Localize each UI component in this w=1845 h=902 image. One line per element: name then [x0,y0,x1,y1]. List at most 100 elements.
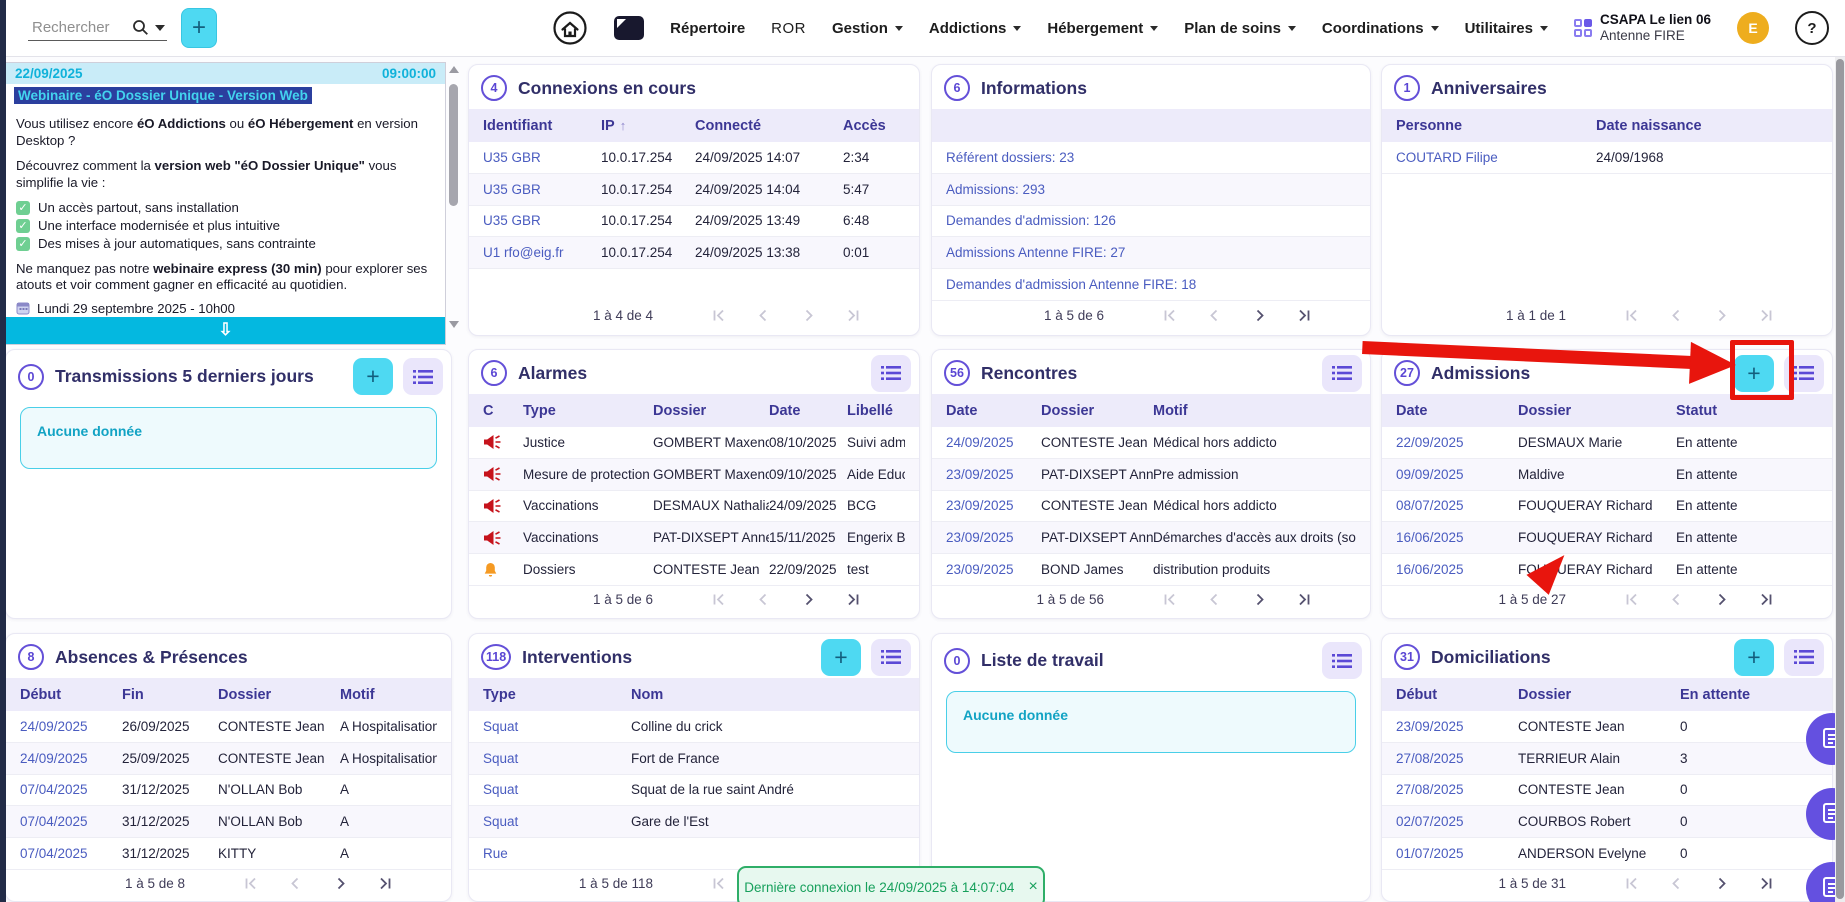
table-cell[interactable]: 22/09/2025 [1396,435,1518,450]
list-view-button[interactable] [871,355,911,392]
nav-item-ror[interactable]: ROR [771,20,806,37]
table-cell[interactable]: 09/09/2025 [1396,467,1518,482]
table-row[interactable]: 22/09/2025DESMAUX MarieEn attente [1382,427,1832,459]
table-row[interactable]: SquatGare de l'Est [469,806,919,838]
table-row[interactable]: 08/07/2025FOUQUERAY RichardEn attente [1382,491,1832,523]
table-cell[interactable]: 23/09/2025 [946,498,1041,513]
table-cell[interactable]: 16/06/2025 [1396,562,1518,577]
table-cell[interactable]: 16/06/2025 [1396,530,1518,545]
table-row[interactable]: 27/08/2025TERRIEUR Alain3 [1382,743,1832,775]
last-page-button[interactable] [378,876,393,892]
sort-column-ip[interactable]: IP↑ [601,118,695,134]
table-cell[interactable]: 23/09/2025 [946,467,1041,482]
add-intervention-button[interactable]: + [821,639,861,676]
last-page-button[interactable] [1759,876,1774,892]
table-row[interactable]: COUTARD Filipe24/09/1968 [1382,142,1832,174]
user-avatar[interactable]: E [1737,12,1769,44]
table-cell[interactable]: 27/08/2025 [1396,782,1518,797]
table-row[interactable]: 01/07/2025ANDERSON Evelyne0 [1382,838,1832,870]
list-view-button[interactable] [1784,355,1824,392]
list-view-button[interactable] [403,358,443,395]
next-page-button[interactable] [1714,876,1729,892]
table-cell[interactable]: Référent dossiers: 23 [946,150,1356,165]
table-row[interactable]: JusticeGOMBERT Maxence08/10/2025Suivi ad… [469,427,919,459]
table-cell[interactable]: COUTARD Filipe [1396,150,1596,165]
table-row[interactable]: 07/04/202531/12/2025KITTYA [6,838,451,870]
table-row[interactable]: 23/09/2025PAT-DIXSEPT AnneDémarches d'ac… [932,522,1370,554]
table-cell[interactable]: 24/09/2025 [20,719,122,734]
nav-item-plan-de-soins[interactable]: Plan de soins [1184,20,1296,37]
table-cell[interactable]: 07/04/2025 [20,846,122,861]
news-scrollbar[interactable] [447,64,460,330]
table-row[interactable]: 27/08/2025CONTESTE Jean0 [1382,775,1832,807]
table-cell[interactable]: U1 rfo@eig.fr [483,245,601,260]
table-row[interactable]: U35 GBR10.0.17.25424/09/2025 13:496:48 [469,206,919,238]
search-scope-chevron-icon[interactable] [155,25,165,31]
table-row[interactable]: 16/06/2025FOUQUERAY RichardEn attente [1382,522,1832,554]
next-page-button[interactable] [801,592,816,608]
next-page-button[interactable] [1252,592,1267,608]
nav-item-répertoire[interactable]: Répertoire [670,20,745,37]
add-transmission-button[interactable]: + [353,358,393,395]
close-icon[interactable]: × [1028,878,1037,896]
table-cell[interactable]: 07/04/2025 [20,782,122,797]
scroll-up-icon[interactable] [449,66,459,73]
table-row[interactable]: U35 GBR10.0.17.25424/09/2025 14:072:34 [469,142,919,174]
table-row[interactable]: 24/09/202525/09/2025CONTESTE JeanA Hospi… [6,743,451,775]
table-cell[interactable]: Admissions Antenne FIRE: 27 [946,245,1356,260]
next-page-button[interactable] [1714,592,1729,608]
table-row[interactable]: 23/09/2025PAT-DIXSEPT AnnePre admission [932,459,1370,491]
table-row[interactable]: Demandes d'admission: 126 [932,206,1370,238]
table-row[interactable]: 23/09/2025BOND Jamesdistribution produit… [932,554,1370,586]
table-row[interactable]: Admissions: 293 [932,174,1370,206]
table-cell[interactable]: 01/07/2025 [1396,846,1518,861]
table-cell[interactable]: Squat [483,751,631,766]
table-row[interactable]: SquatSquat de la rue saint André [469,775,919,807]
table-row[interactable]: Référent dossiers: 23 [932,142,1370,174]
table-row[interactable]: 16/06/2025FOUQUERAY RichardEn attente [1382,554,1832,586]
add-domiciliation-button[interactable]: + [1734,639,1774,676]
table-row[interactable]: U1 rfo@eig.fr10.0.17.25424/09/2025 13:38… [469,237,919,269]
table-row[interactable]: 09/09/2025MaldiveEn attente [1382,459,1832,491]
scroll-thumb[interactable] [449,84,458,206]
table-cell[interactable]: 24/09/2025 [946,435,1041,450]
last-page-button[interactable] [1759,592,1774,608]
next-page-button[interactable] [1252,307,1267,323]
table-cell[interactable]: Demandes d'admission Antenne FIRE: 18 [946,277,1356,292]
table-row[interactable]: 23/09/2025CONTESTE JeanMédical hors addi… [932,491,1370,523]
table-row[interactable]: VaccinationsPAT-DIXSEPT Anne15/11/2025En… [469,522,919,554]
scroll-thumb[interactable] [1836,59,1844,899]
nav-item-gestion[interactable]: Gestion [832,20,903,37]
home-button[interactable] [552,10,588,46]
list-view-button[interactable] [871,639,911,676]
table-row[interactable]: 24/09/2025CONTESTE JeanMédical hors addi… [932,427,1370,459]
list-view-button[interactable] [1322,355,1362,392]
table-cell[interactable]: 23/09/2025 [946,562,1041,577]
table-cell[interactable]: 08/07/2025 [1396,498,1518,513]
news-download-banner[interactable]: ⇩ [6,317,445,344]
table-cell[interactable]: Demandes d'admission: 126 [946,213,1356,228]
table-cell[interactable]: Squat [483,719,631,734]
table-row[interactable]: 07/04/202531/12/2025N'OLLAN BobA [6,775,451,807]
table-row[interactable]: 02/07/2025COURBOS Robert0 [1382,806,1832,838]
nav-item-addictions[interactable]: Addictions [929,20,1022,37]
table-cell[interactable]: U35 GBR [483,150,601,165]
side-panel-toggle-icon[interactable] [614,16,644,40]
table-cell[interactable]: 27/08/2025 [1396,751,1518,766]
table-cell[interactable]: Rue [483,846,631,861]
search-icon[interactable] [132,19,149,36]
table-row[interactable]: SquatColline du crick [469,711,919,743]
table-cell[interactable]: Squat [483,782,631,797]
table-row[interactable]: Admissions Antenne FIRE: 27 [932,237,1370,269]
table-cell[interactable]: 23/09/2025 [1396,719,1518,734]
global-add-button[interactable]: + [181,8,217,48]
table-row[interactable]: 24/09/202526/09/2025CONTESTE JeanA Hospi… [6,711,451,743]
table-row[interactable]: Demandes d'admission Antenne FIRE: 18 [932,269,1370,301]
next-page-button[interactable] [333,876,348,892]
table-cell[interactable]: 23/09/2025 [946,530,1041,545]
table-cell[interactable]: 07/04/2025 [20,814,122,829]
nav-item-utilitaires[interactable]: Utilitaires [1465,20,1548,37]
table-cell[interactable]: Admissions: 293 [946,182,1356,197]
list-view-button[interactable] [1784,639,1824,676]
table-cell[interactable]: Squat [483,814,631,829]
